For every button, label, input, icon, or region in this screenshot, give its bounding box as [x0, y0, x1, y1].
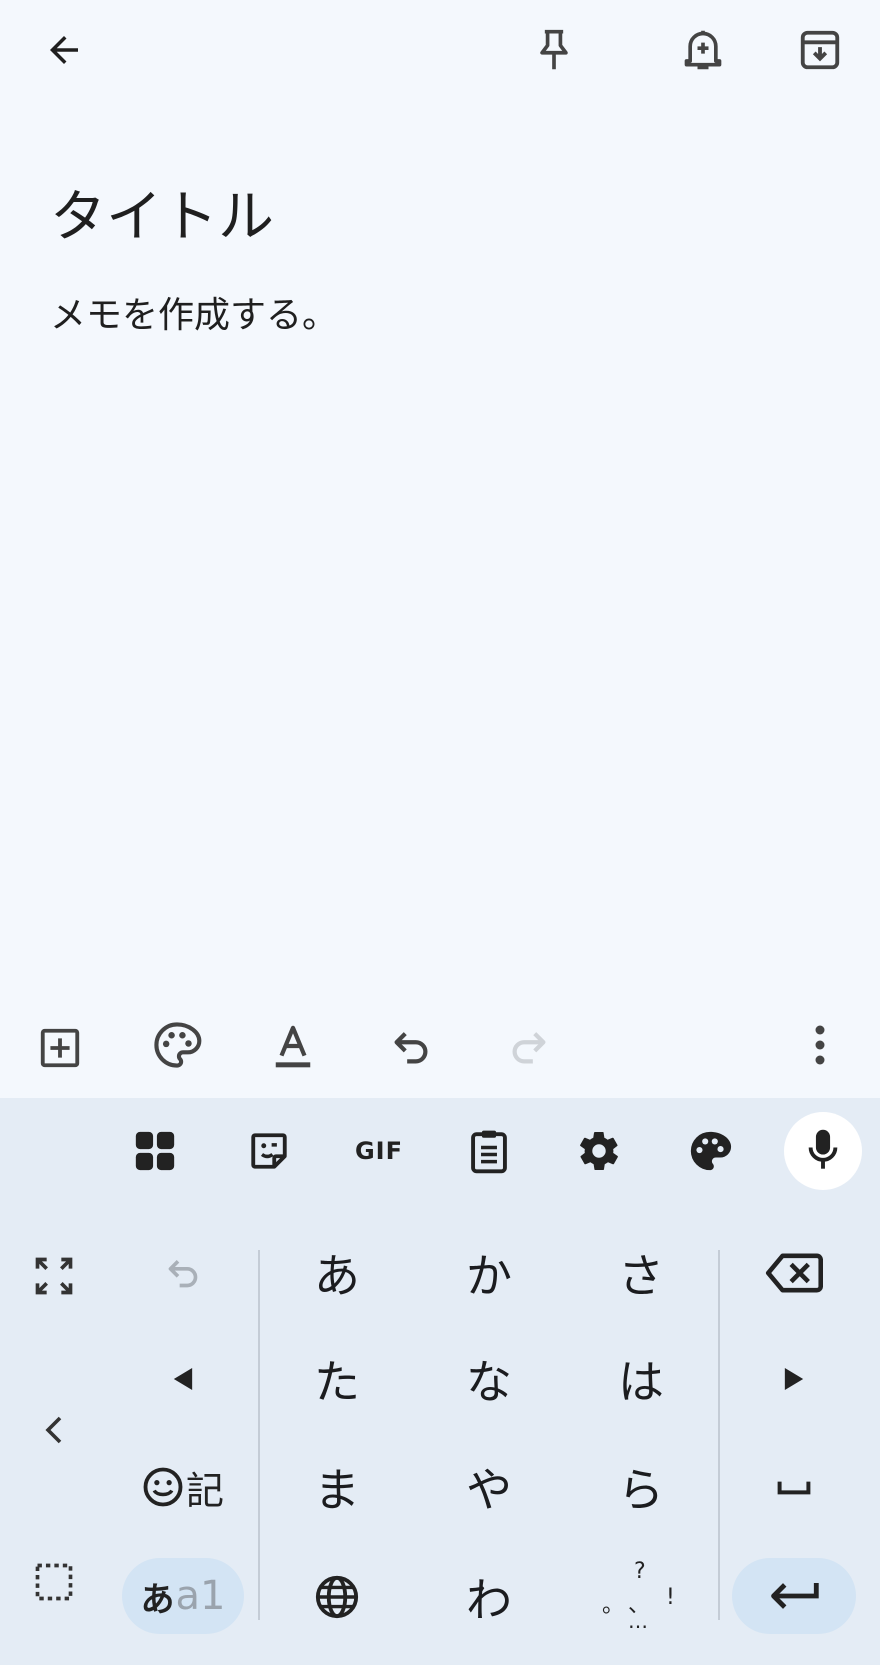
chevron-left-icon: [45, 1415, 63, 1445]
gif-icon: GIF: [354, 1137, 404, 1165]
text-format-button[interactable]: [260, 1014, 326, 1080]
apps-grid-icon: [132, 1128, 178, 1174]
kana-key-ra[interactable]: ら: [576, 1440, 706, 1534]
archive-button[interactable]: [788, 18, 852, 82]
enter-key[interactable]: [732, 1558, 856, 1634]
keyboard-clipboard-button[interactable]: [456, 1118, 522, 1184]
expand-arrows-icon: [32, 1254, 76, 1298]
mode-hira-label: あ: [140, 1579, 175, 1620]
note-title-input[interactable]: タイトル: [50, 172, 274, 253]
reminder-button[interactable]: [671, 18, 735, 82]
keyboard-settings-button[interactable]: [566, 1118, 632, 1184]
backspace-icon: [765, 1252, 823, 1294]
text-select-key[interactable]: [18, 1546, 90, 1618]
punct-exclamation: !: [666, 1585, 675, 1610]
input-mode-key[interactable]: あ a1: [122, 1558, 244, 1634]
mode-latin-label: a1: [175, 1573, 226, 1619]
add-content-button[interactable]: [28, 1016, 92, 1080]
redo-icon: [506, 1024, 552, 1070]
keyboard-gif-button[interactable]: GIF: [344, 1118, 414, 1184]
pin-icon: [532, 25, 576, 75]
punctuation-key[interactable]: ? 。 、 ! …: [576, 1550, 706, 1644]
soft-keyboard: GIF 記 あ a1 あ か さ た な は ま や ら わ ? 。 、 ! …: [0, 1098, 880, 1665]
collapse-keyboard-key[interactable]: [18, 1394, 90, 1466]
redo-button[interactable]: [496, 1014, 562, 1080]
backspace-key[interactable]: [736, 1226, 852, 1320]
undo-button[interactable]: [378, 1014, 444, 1080]
keyboard-sticker-button[interactable]: [236, 1118, 302, 1184]
kana-key-ka[interactable]: か: [424, 1226, 554, 1320]
smiley-icon: [142, 1466, 184, 1508]
more-vert-icon: [813, 1024, 827, 1066]
text-format-icon: [270, 1022, 316, 1072]
punct-ellipsis: …: [628, 1609, 648, 1633]
cursor-left-key[interactable]: [128, 1334, 238, 1424]
language-switch-key[interactable]: [272, 1550, 402, 1644]
undo-icon: [163, 1253, 203, 1293]
kana-key-a[interactable]: あ: [272, 1226, 402, 1320]
triangle-right-icon: [783, 1366, 805, 1392]
more-options-button[interactable]: [788, 1012, 852, 1078]
keyboard-theme-button[interactable]: [677, 1118, 743, 1184]
back-button[interactable]: [34, 20, 94, 80]
keyboard-mic-button[interactable]: [784, 1112, 862, 1190]
sticker-icon: [248, 1130, 290, 1172]
symbol-label: 記: [185, 1468, 224, 1513]
kana-key-sa[interactable]: さ: [576, 1226, 706, 1320]
clipboard-icon: [469, 1128, 509, 1174]
undo-icon: [388, 1024, 434, 1070]
punct-question: ?: [634, 1559, 646, 1584]
select-area-icon: [32, 1560, 76, 1604]
background-color-button[interactable]: [144, 1012, 210, 1078]
triangle-left-icon: [172, 1366, 194, 1392]
archive-icon: [797, 27, 843, 73]
add-box-icon: [37, 1025, 83, 1071]
kana-key-ma[interactable]: ま: [272, 1440, 402, 1534]
emoji-symbol-key[interactable]: 記: [128, 1442, 238, 1532]
space-icon: [776, 1478, 812, 1496]
add-reminder-icon: [681, 25, 725, 75]
one-handed-mode-key[interactable]: [18, 1240, 90, 1312]
kana-key-ya[interactable]: や: [424, 1440, 554, 1534]
punct-period: 。: [602, 1593, 625, 1618]
settings-icon: [576, 1128, 622, 1174]
back-arrow-icon: [43, 29, 85, 71]
space-key[interactable]: [736, 1442, 852, 1532]
kana-key-ta[interactable]: た: [272, 1332, 402, 1426]
mic-icon: [806, 1128, 840, 1174]
keypad-divider-right: [718, 1250, 720, 1620]
globe-icon: [314, 1574, 360, 1620]
enter-arrow-icon: [768, 1578, 820, 1614]
keyboard-undo-key[interactable]: [128, 1228, 238, 1318]
keyboard-apps-button[interactable]: [122, 1118, 188, 1184]
keypad-divider-left: [258, 1250, 260, 1620]
theme-palette-icon: [687, 1128, 733, 1174]
pin-button[interactable]: [522, 18, 586, 82]
palette-icon: [151, 1019, 203, 1071]
kana-key-na[interactable]: な: [424, 1332, 554, 1426]
note-body-input[interactable]: メモを作成する。: [50, 286, 338, 338]
cursor-right-key[interactable]: [736, 1334, 852, 1424]
kana-key-ha[interactable]: は: [576, 1332, 706, 1426]
kana-key-wa[interactable]: わ: [424, 1550, 554, 1644]
